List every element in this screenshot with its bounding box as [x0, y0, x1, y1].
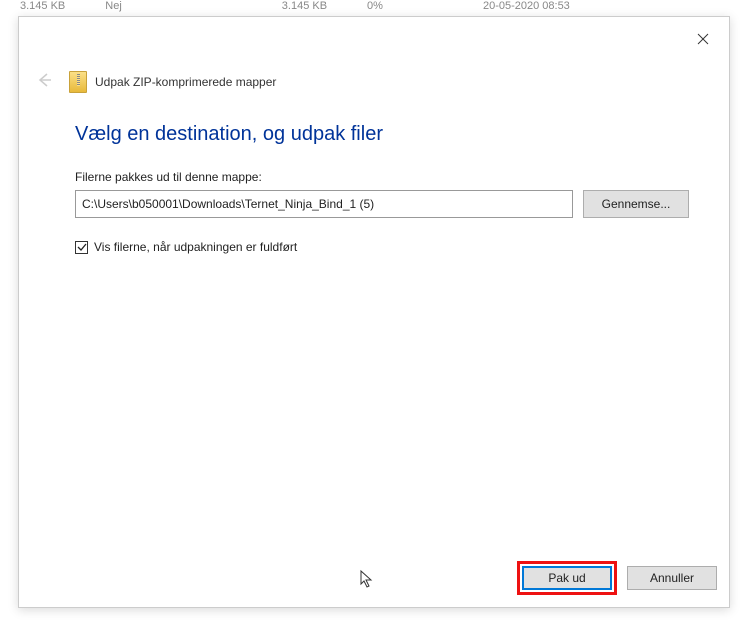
titlebar: [19, 17, 729, 67]
bg-date: 20-05-2020 08:53: [483, 0, 570, 14]
bg-nej: Nej: [105, 0, 122, 14]
header-row: Udpak ZIP-komprimerede mapper: [69, 71, 276, 93]
bg-size: 3.145 KB: [20, 0, 65, 14]
tutorial-highlight: Pak ud: [517, 561, 617, 595]
zip-folder-icon: [69, 71, 87, 93]
close-button[interactable]: [693, 29, 713, 49]
bg-pct: 0%: [367, 0, 383, 14]
main-heading: Vælg en destination, og udpak filer: [75, 123, 689, 146]
path-row: Gennemse...: [75, 190, 689, 218]
browse-button[interactable]: Gennemse...: [583, 190, 689, 218]
mouse-cursor-icon: [359, 569, 375, 589]
cancel-button[interactable]: Annuller: [627, 566, 717, 590]
path-label: Filerne pakkes ud til denne mappe:: [75, 170, 689, 184]
checkbox-label[interactable]: Vis filerne, når udpakningen er fuldført: [94, 240, 297, 254]
show-files-checkbox-row[interactable]: Vis filerne, når udpakningen er fuldført: [75, 240, 689, 254]
bg-size2: 3.145 KB: [282, 0, 327, 14]
dialog-content: Vælg en destination, og udpak filer File…: [75, 123, 689, 254]
background-file-row: 3.145 KB Nej 3.145 KB 0% 20-05-2020 08:5…: [0, 0, 747, 14]
window-title: Udpak ZIP-komprimerede mapper: [95, 75, 276, 89]
extract-dialog: Udpak ZIP-komprimerede mapper Vælg en de…: [18, 16, 730, 608]
destination-path-input[interactable]: [75, 190, 573, 218]
back-arrow-icon: [35, 71, 53, 94]
close-icon: [697, 33, 709, 45]
show-files-checkbox[interactable]: [75, 241, 88, 254]
checkmark-icon: [77, 242, 87, 252]
extract-button[interactable]: Pak ud: [522, 566, 612, 590]
dialog-footer: Pak ud Annuller: [517, 561, 717, 595]
